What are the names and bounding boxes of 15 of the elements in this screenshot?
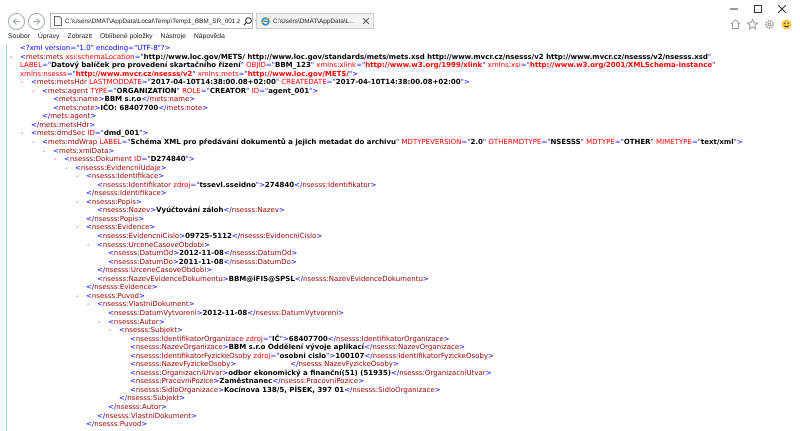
browser-icon	[261, 16, 270, 26]
smiley-icon[interactable]	[781, 19, 792, 30]
maximize-icon	[754, 5, 762, 13]
minimize-icon	[730, 8, 738, 10]
home-icon[interactable]	[730, 19, 741, 29]
maximize-button[interactable]	[752, 4, 764, 14]
settings-icon[interactable]	[764, 19, 775, 30]
search-icon[interactable]	[243, 16, 252, 26]
right-arrow-icon	[32, 16, 41, 26]
close-icon[interactable]	[363, 18, 369, 24]
left-arrow-icon	[12, 16, 21, 26]
star-icon[interactable]	[747, 19, 758, 30]
page-icon	[54, 16, 62, 26]
close-button[interactable]	[776, 4, 788, 14]
close-icon	[778, 5, 786, 13]
